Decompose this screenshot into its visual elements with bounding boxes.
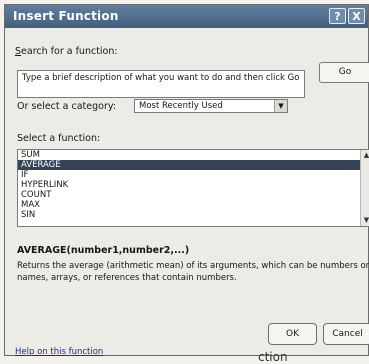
category-value: Most Recently Used <box>139 101 223 111</box>
ok-button[interactable]: OK <box>268 323 317 345</box>
function-list-item[interactable]: AVERAGE <box>18 160 360 170</box>
page-text-fragment: ction <box>258 350 288 364</box>
cancel-button[interactable]: Cancel <box>323 323 369 345</box>
function-list-item[interactable]: IF <box>18 170 360 180</box>
search-label: Search for a function: <box>15 46 118 57</box>
function-list-item[interactable]: MAX <box>18 200 360 210</box>
search-input[interactable]: Type a brief description of what you wan… <box>17 70 305 98</box>
category-select[interactable]: Most Recently Used ▼ <box>134 99 288 113</box>
function-list-label: Select a function: <box>17 133 101 144</box>
function-signature: AVERAGE(number1,number2,...) <box>17 245 190 256</box>
search-label-text: earch for a function: <box>21 46 118 57</box>
title-bar[interactable]: Insert Function ? X <box>5 5 368 28</box>
help-on-function-link[interactable]: Help on this function <box>15 347 103 357</box>
function-list[interactable]: SUM AVERAGE IF HYPERLINK COUNT MAX SIN ▲ ▼ <box>17 149 369 227</box>
function-list-item[interactable]: COUNT <box>18 190 360 200</box>
insert-function-dialog: Insert Function ? X Search for a functio… <box>4 4 369 357</box>
function-list-item[interactable]: SIN <box>18 210 360 220</box>
close-button[interactable]: X <box>348 8 365 24</box>
function-description: Returns the average (arithmetic mean) of… <box>17 261 369 283</box>
function-list-item[interactable]: HYPERLINK <box>18 180 360 190</box>
chevron-down-icon[interactable]: ▼ <box>274 100 287 112</box>
chevron-down-icon[interactable]: ▼ <box>361 215 369 226</box>
category-label: Or select a category: <box>17 101 116 112</box>
function-list-scrollbar[interactable]: ▲ ▼ <box>360 150 369 226</box>
function-list-item[interactable]: SUM <box>18 150 360 160</box>
dialog-title: Insert Function <box>13 9 119 23</box>
chevron-up-icon[interactable]: ▲ <box>361 150 369 161</box>
go-button[interactable]: Go <box>319 62 369 83</box>
help-button[interactable]: ? <box>329 8 346 24</box>
